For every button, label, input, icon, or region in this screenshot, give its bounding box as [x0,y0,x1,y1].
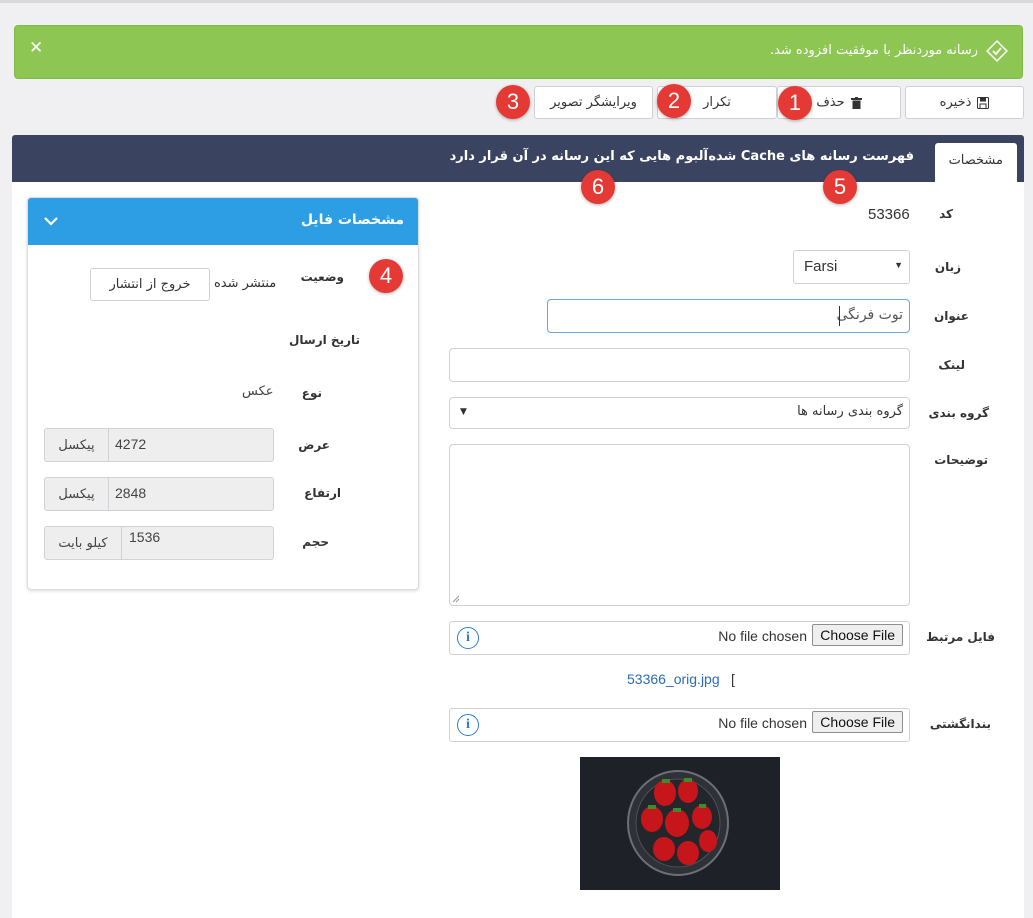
width-value: 4272 [115,436,147,452]
type-label: نوع [301,386,322,400]
save-button[interactable]: ذخیره [905,86,1024,119]
category-select-value: گروه بندی رسانه ها [797,404,903,419]
thumbnail-file-choose-button[interactable]: Choose File [812,711,903,733]
title-input-value: توت فرنگی [836,307,903,323]
strawberry-bowl-image [580,757,780,890]
tab-properties[interactable]: مشخصات [934,143,1017,182]
title-label: عنوان [934,309,969,323]
size-unit: کیلو بایت [45,527,122,559]
close-icon[interactable]: ✕ [29,38,43,58]
annotation-badge-6: 6 [581,170,615,204]
status-value: منتشر شده [214,276,277,291]
send-date-label: تاریخ ارسال [289,333,360,347]
image-editor-button[interactable]: ویرایشگر تصویر [534,86,653,119]
floppy-disk-icon [977,96,990,109]
file-properties-header[interactable]: مشخصات فایل [28,198,418,245]
width-field: 4272 پیکسل [44,428,274,462]
top-border [0,0,1033,3]
duplicate-button-label: تکرار [703,95,731,110]
tab-albums[interactable]: آلبوم هایی که این رسانه در آن قرار دارد [450,149,708,164]
width-unit: پیکسل [45,429,109,461]
language-label: زبان [934,260,961,274]
description-label: توضیحات [934,453,988,467]
check-diamond-icon [986,40,1008,62]
size-value: 1536 [129,529,161,545]
chevron-down-icon[interactable] [42,212,60,230]
title-input[interactable]: توت فرنگی [547,299,910,333]
related-file-choose-button[interactable]: Choose File [812,624,903,646]
dropdown-arrow-icon: ▼ [894,260,903,270]
height-value: 2848 [115,485,147,501]
resize-grip-icon[interactable] [452,595,460,603]
annotation-badge-5: 5 [823,170,857,204]
related-file-label: فایل مرتبط [926,630,995,644]
language-select[interactable]: Farsi ▼ [793,250,910,284]
annotation-badge-3: 3 [496,85,530,119]
thumbnail-file-input[interactable]: i No file chosen Choose File [449,708,910,742]
thumbnail-image [580,757,780,890]
link-label: لینک [938,358,965,372]
info-icon[interactable]: i [457,627,479,649]
unpublish-button-label: خروج از انتشار [109,277,191,292]
file-properties-title: مشخصات فایل [300,212,404,228]
info-icon[interactable]: i [457,714,479,736]
related-file-bracket: [ [731,671,735,687]
link-input[interactable] [449,348,910,382]
width-label: عرض [298,438,330,452]
tab-cache-list[interactable]: فهرست رسانه های Cache شده [708,149,914,164]
related-file-input[interactable]: i No file chosen Choose File [449,621,910,655]
trash-icon [850,96,862,109]
image-editor-button-label: ویرایشگر تصویر [550,95,637,110]
language-select-value: Farsi [804,258,838,275]
tab-bar: مشخصات فهرست رسانه های Cache شده آلبوم ه… [12,135,1024,182]
category-label: گروه بندی [928,406,990,420]
save-button-label: ذخیره [939,95,972,110]
dropdown-arrow-icon: ▼ [460,407,467,417]
size-field: 1536 کیلو بایت [44,526,274,560]
status-label: وضعیت [300,270,344,284]
type-value: عکس [242,384,274,399]
delete-button-label: حذف [816,95,845,110]
text-caret [839,306,840,326]
success-alert: ✕ رسانه موردنظر با موفقیت افزوده شد. [14,25,1023,79]
unpublish-button[interactable]: خروج از انتشار [90,268,210,301]
annotation-badge-2: 2 [657,84,691,118]
related-file-link[interactable]: 53366_orig.jpg [627,671,720,687]
category-select[interactable]: گروه بندی رسانه ها ▼ [449,397,910,429]
height-field: 2848 پیکسل [44,477,274,511]
related-file-status: No file chosen [718,628,807,644]
annotation-badge-1: 1 [778,86,812,120]
thumbnail-file-status: No file chosen [718,715,807,731]
code-label: کد [939,207,953,221]
code-value: 53366 [868,206,910,223]
size-label: حجم [302,535,329,549]
description-textarea[interactable] [449,444,910,606]
annotation-badge-4: 4 [369,259,403,293]
thumbnail-label: بندانگشتی [929,717,991,731]
height-unit: پیکسل [45,478,109,510]
height-label: ارتفاع [304,486,341,500]
alert-message: رسانه موردنظر با موفقیت افزوده شد. [769,43,978,58]
